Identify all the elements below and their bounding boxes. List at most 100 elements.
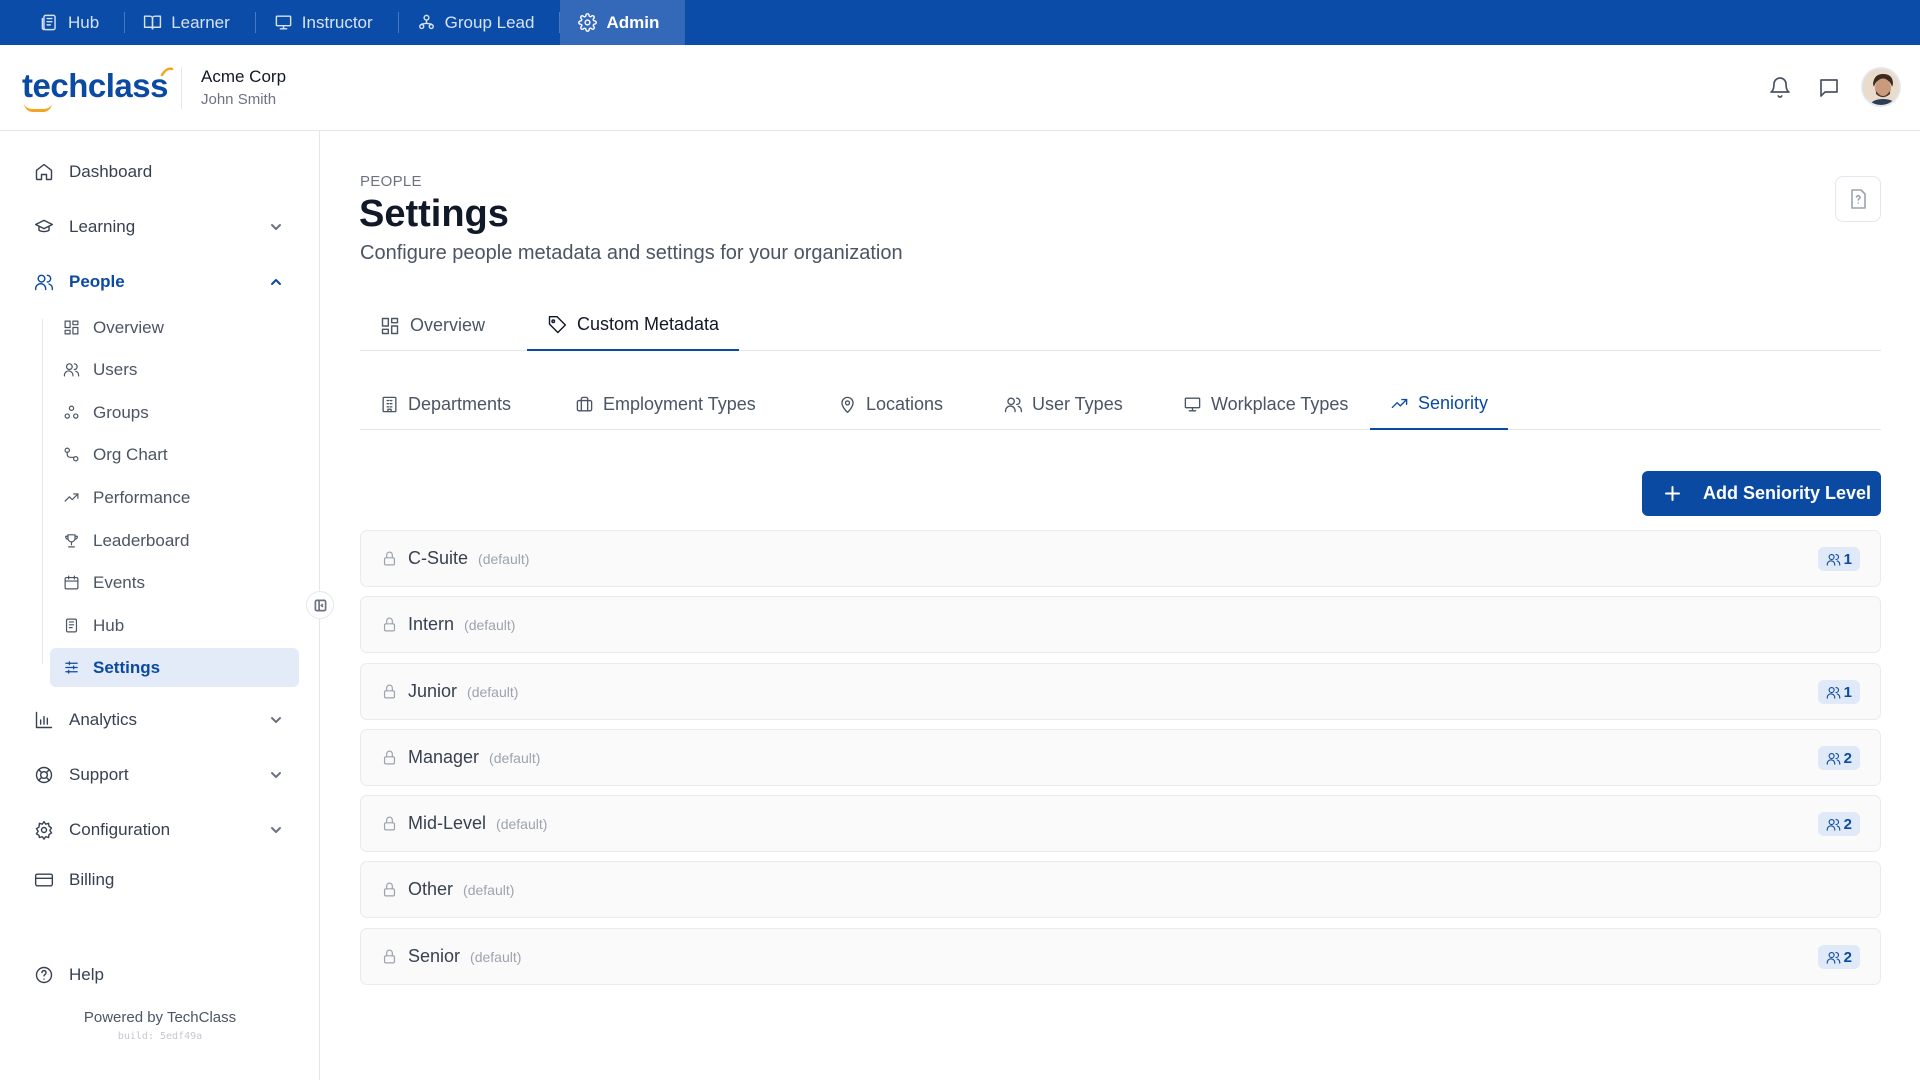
tab-overview[interactable]: Overview (360, 300, 505, 351)
sliders-icon (65, 661, 78, 674)
tab-user-types[interactable]: User Types (984, 379, 1143, 430)
sidebar-item-label: Learning (69, 217, 136, 236)
organization-name[interactable]: Acme Corp (201, 67, 286, 87)
sidebar-subitem-label: Users (93, 359, 138, 379)
topnav-admin[interactable]: Admin (560, 0, 686, 45)
metadata-tabs: Departments Employment Types Locations U… (360, 379, 1881, 430)
sidebar-item-support[interactable]: Support (34, 760, 284, 790)
help-circle-icon (35, 966, 53, 984)
sidebar-subitem-label: Overview (93, 317, 164, 337)
bell-icon[interactable] (1768, 76, 1792, 100)
seniority-row[interactable]: Other (default) (360, 861, 1881, 918)
page-eyebrow: PEOPLE (360, 173, 422, 190)
group-lead-icon (417, 13, 436, 32)
chevron-down-icon (271, 224, 281, 230)
sidebar-subitem-performance[interactable]: Performance (50, 478, 299, 517)
tab-seniority[interactable]: Seniority (1370, 379, 1509, 430)
users-icon (1826, 752, 1840, 765)
topnav-hub[interactable]: Hub (22, 0, 126, 45)
tab-label: Workplace Types (1211, 394, 1349, 414)
credit-card-icon (34, 873, 54, 887)
sidebar-subitem-label: Events (93, 572, 145, 592)
topnav-label: Group Lead (444, 12, 535, 32)
sidebar-item-billing[interactable]: Billing (34, 865, 284, 895)
seniority-row[interactable]: Senior (default) 2 (360, 928, 1881, 985)
sidebar-item-people[interactable]: People (34, 267, 284, 297)
topnav-learner[interactable]: Learner (125, 0, 256, 45)
sidebar-subitem-org-chart[interactable]: Org Chart (50, 435, 299, 474)
submenu-guide-line (42, 319, 43, 664)
topnav-instructor[interactable]: Instructor (256, 0, 399, 45)
top-navigation-bar: Hub Learner Instructor Group Lead Admin (0, 0, 1920, 45)
groups-icon (64, 405, 79, 419)
sidebar-item-label: Help (69, 965, 104, 984)
tab-custom-metadata[interactable]: Custom Metadata (527, 300, 740, 351)
users-icon (63, 363, 80, 377)
add-button-label: Add Seniority Level (1703, 483, 1872, 503)
tab-label: User Types (1032, 394, 1123, 414)
sidebar-item-help[interactable]: Help (34, 960, 284, 990)
sidebar-subitem-hub[interactable]: Hub (50, 606, 299, 645)
hub-icon (65, 618, 78, 633)
sidebar-item-label: Dashboard (69, 162, 153, 181)
sidebar-subitem-users[interactable]: Users (50, 350, 299, 389)
tab-label: Overview (410, 315, 486, 335)
topnav-group-lead[interactable]: Group Lead (399, 0, 561, 45)
sidebar-subitem-label: Groups (93, 402, 149, 422)
page-help-button[interactable] (1835, 176, 1881, 222)
add-seniority-level-button[interactable]: Add Seniority Level (1642, 471, 1881, 516)
user-count-badge[interactable]: 2 (1817, 812, 1860, 836)
collapse-sidebar-button[interactable] (306, 591, 334, 619)
tab-label: Departments (408, 394, 512, 414)
techclass-logo[interactable]: techclass (22, 67, 174, 112)
seniority-row[interactable]: C-Suite (default) 1 (360, 530, 1881, 587)
user-count-badge[interactable]: 2 (1817, 746, 1860, 770)
tab-departments[interactable]: Departments (360, 379, 531, 430)
topnav-label: Admin (606, 12, 660, 32)
chevron-up-icon (271, 279, 281, 285)
tab-employment-types[interactable]: Employment Types (555, 379, 776, 430)
user-count-badge[interactable]: 1 (1817, 680, 1860, 704)
seniority-name: Junior (408, 681, 458, 701)
logo-smile (24, 103, 52, 112)
gear-icon (578, 13, 598, 32)
seniority-name: Mid-Level (408, 813, 487, 833)
sidebar-subitem-settings[interactable]: Settings (50, 648, 299, 687)
lock-icon (381, 683, 398, 700)
seniority-row[interactable]: Intern (default) (360, 596, 1881, 653)
panel-collapse-icon (314, 599, 326, 611)
tab-locations[interactable]: Locations (818, 379, 963, 430)
avatar[interactable] (1861, 67, 1901, 107)
seniority-row[interactable]: Manager (default) 2 (360, 729, 1881, 786)
sidebar-item-label: People (69, 272, 125, 291)
sidebar-subitem-groups[interactable]: Groups (50, 393, 299, 432)
org-chart-icon (64, 447, 79, 462)
trending-up-icon (1391, 398, 1408, 409)
seniority-row[interactable]: Mid-Level (default) 2 (360, 795, 1881, 852)
sidebar-subitem-label: Org Chart (93, 444, 168, 464)
sidebar-subitem-events[interactable]: Events (50, 563, 299, 602)
header-divider (181, 67, 182, 109)
message-icon[interactable] (1817, 76, 1841, 100)
sidebar-item-dashboard[interactable]: Dashboard (34, 157, 284, 187)
page-subtitle: Configure people metadata and settings f… (360, 242, 903, 264)
user-count: 1 (1843, 550, 1852, 568)
build-version: build: 5edf49a (117, 1031, 203, 1042)
seniority-row[interactable]: Junior (default) 1 (360, 663, 1881, 720)
sidebar-subitem-leaderboard[interactable]: Leaderboard (50, 521, 299, 560)
logo-spark (160, 65, 174, 79)
sidebar-item-configuration[interactable]: Configuration (34, 815, 284, 845)
presentation-icon (274, 13, 293, 32)
sidebar-item-learning[interactable]: Learning (34, 212, 284, 242)
tab-label: Custom Metadata (577, 314, 720, 334)
sidebar-subitem-label: Leaderboard (93, 530, 190, 550)
user-count-badge[interactable]: 2 (1817, 945, 1860, 969)
sidebar-subitem-overview[interactable]: Overview (50, 308, 299, 347)
building-icon (382, 396, 397, 413)
monitor-icon (1184, 397, 1201, 412)
sidebar-item-analytics[interactable]: Analytics (34, 705, 284, 735)
user-count: 2 (1843, 749, 1852, 767)
user-count-badge[interactable]: 1 (1817, 547, 1860, 571)
lock-icon (381, 948, 398, 965)
tab-workplace-types[interactable]: Workplace Types (1163, 379, 1368, 430)
